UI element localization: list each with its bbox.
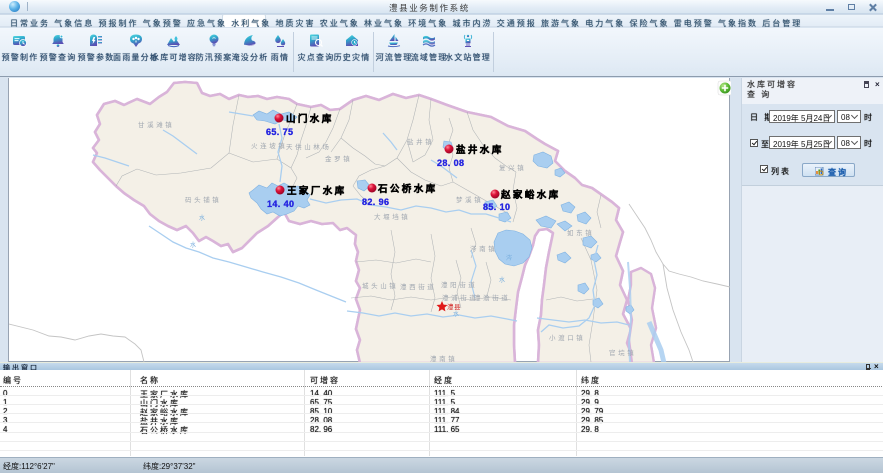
svg-text:水: 水: [199, 214, 205, 222]
svg-text:小渡口镇: 小渡口镇: [549, 333, 585, 342]
svg-text:85. 10: 85. 10: [483, 202, 510, 212]
svg-text:大堰垱镇: 大堰垱镇: [374, 212, 410, 221]
svg-text:盐井水库: 盐井水库: [456, 144, 504, 156]
svg-text:复兴镇: 复兴镇: [499, 163, 526, 172]
svg-text:赵家峪水库: 赵家峪水库: [500, 189, 561, 201]
svg-text:涔南镇: 涔南镇: [470, 244, 497, 253]
svg-text:水: 水: [453, 310, 459, 318]
svg-text:山门水库: 山门水库: [286, 113, 334, 125]
svg-text:梦溪镇: 梦溪镇: [456, 195, 483, 204]
svg-text:石公桥水库: 石公桥水库: [377, 183, 438, 195]
svg-text:火连坡镇: 火连坡镇: [251, 141, 287, 150]
svg-text:涔: 涔: [506, 254, 512, 262]
svg-text:水: 水: [190, 241, 196, 249]
svg-text:如东镇: 如东镇: [567, 228, 594, 237]
svg-text:码头铺镇: 码头铺镇: [185, 195, 221, 204]
svg-text:澧澹街道: 澧澹街道: [474, 293, 510, 302]
svg-text:澧南镇: 澧南镇: [430, 354, 457, 362]
svg-text:金罗镇: 金罗镇: [325, 154, 352, 163]
svg-text:65. 75: 65. 75: [266, 127, 293, 137]
svg-text:盐井镇: 盐井镇: [407, 137, 434, 146]
svg-text:82. 96: 82. 96: [362, 197, 389, 207]
svg-text:天供山林场: 天供山林场: [286, 142, 332, 151]
svg-text:澧西街道: 澧西街道: [400, 282, 436, 291]
svg-text:澧阳街道: 澧阳街道: [441, 280, 477, 289]
svg-text:28. 08: 28. 08: [437, 158, 464, 168]
svg-text:14. 40: 14. 40: [267, 199, 294, 209]
svg-text:澧浦街道: 澧浦街道: [442, 293, 478, 302]
svg-text:城头山镇: 城头山镇: [362, 281, 398, 290]
svg-text:官垸镇: 官垸镇: [609, 348, 636, 357]
svg-text:澧县: 澧县: [447, 302, 461, 311]
svg-text:甘溪滩镇: 甘溪滩镇: [138, 120, 174, 129]
svg-text:水: 水: [499, 276, 505, 284]
svg-text:王家厂水库: 王家厂水库: [287, 185, 347, 197]
